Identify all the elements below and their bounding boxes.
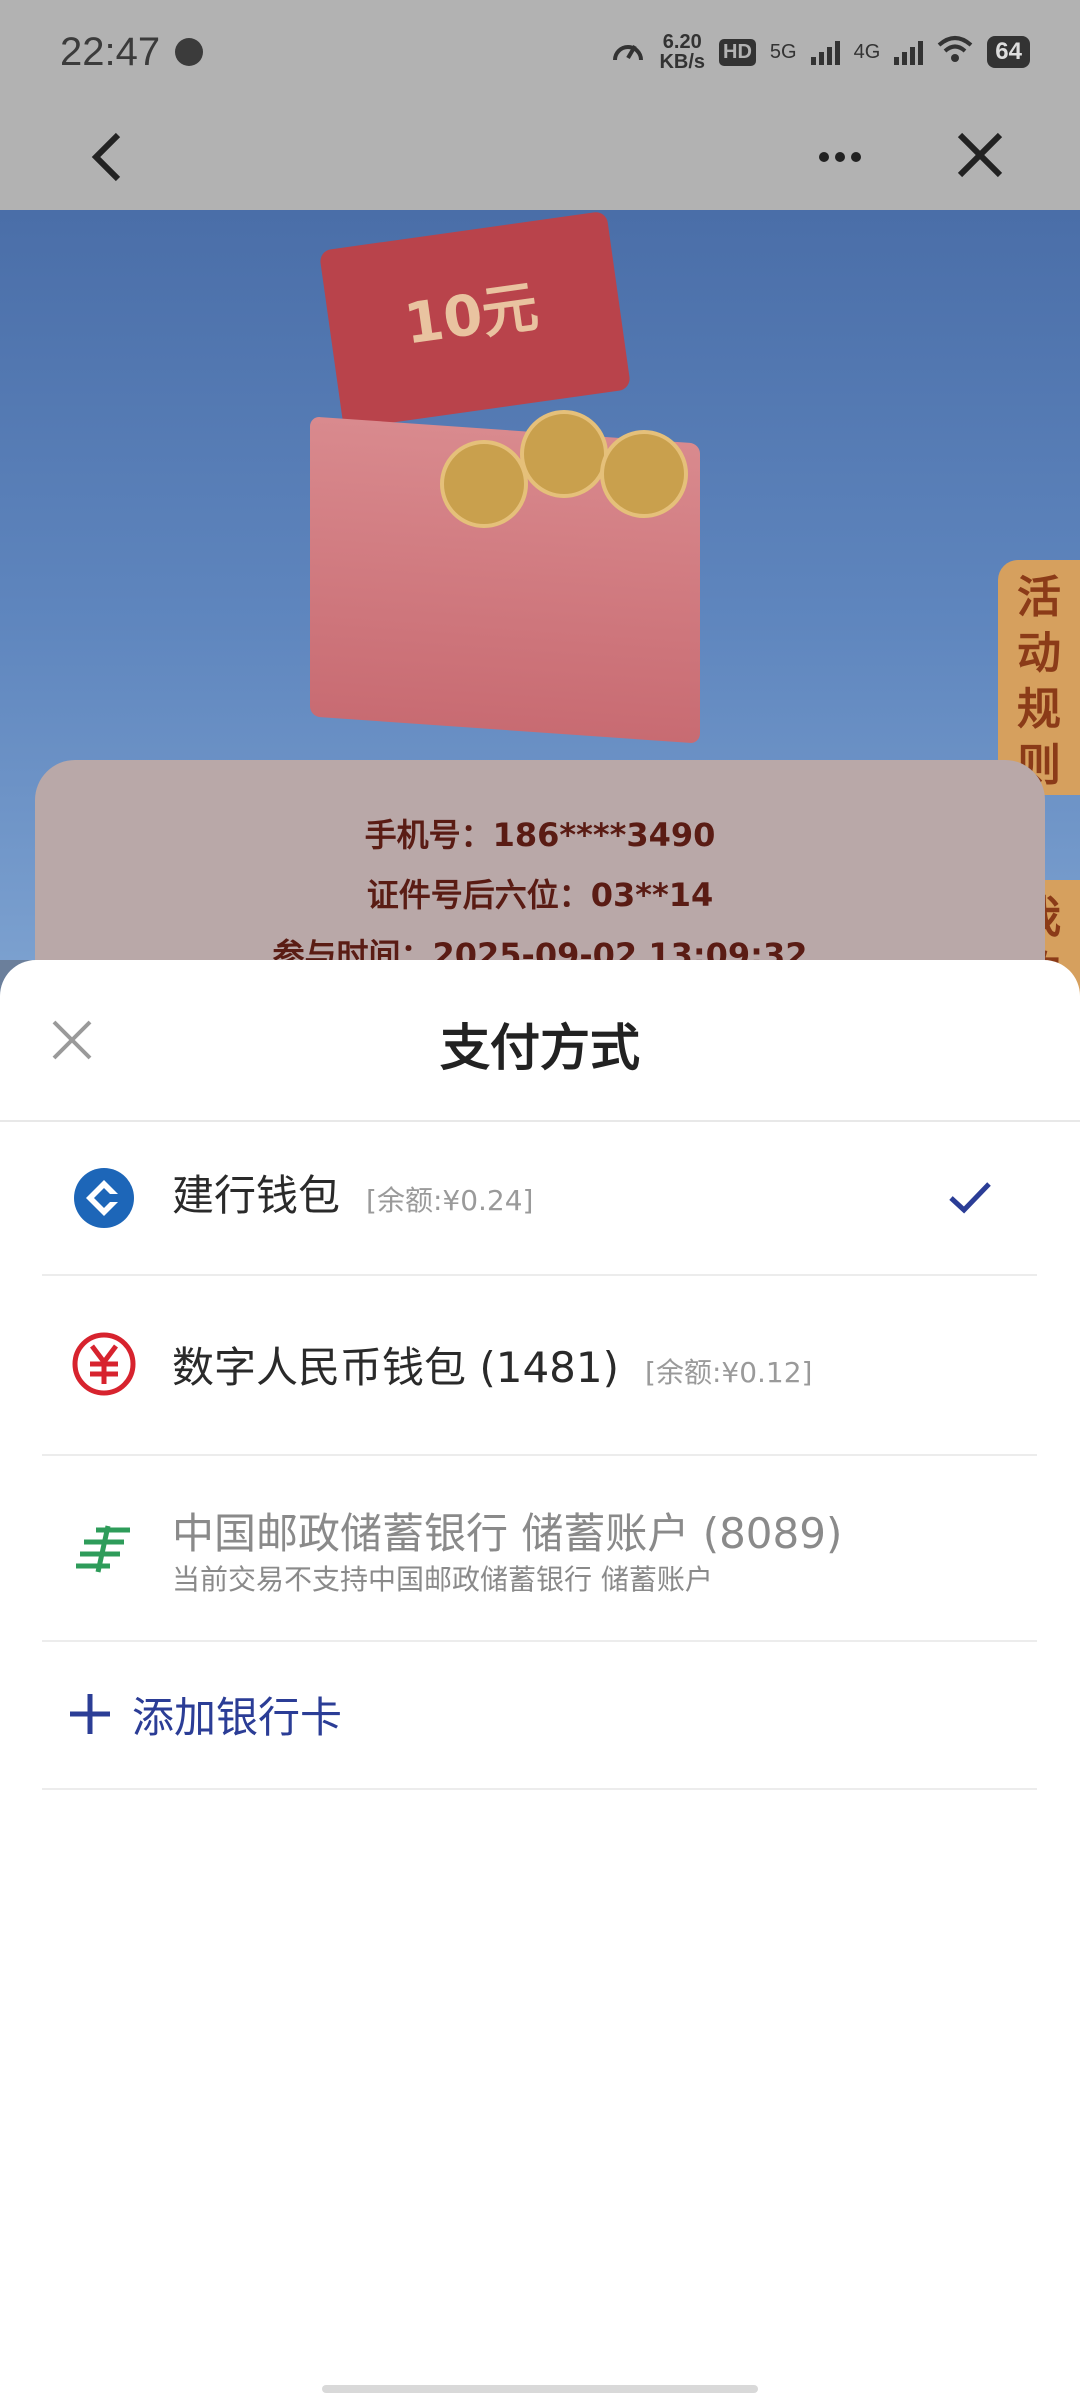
close-icon[interactable] — [950, 125, 1010, 185]
option-name: 中国邮政储蓄银行 储蓄账户 (8089) — [172, 1509, 843, 1558]
option-label: 数字人民币钱包 (1481) [余额:¥0.12] — [172, 1334, 812, 1395]
status-time: 22:47 — [60, 30, 161, 74]
payment-option-ccb-wallet[interactable]: 建行钱包 [余额:¥0.24] — [42, 1122, 1037, 1276]
speed-unit: KB/s — [659, 51, 706, 73]
payment-method-sheet: 支付方式 建行钱包 [余额:¥0.24] 数字人民币钱包 (1481) [余额:… — [0, 960, 1080, 2400]
home-indicator[interactable] — [322, 2385, 758, 2393]
envelope-amount: 10元 — [400, 274, 543, 358]
checkmark-icon — [945, 1172, 995, 1222]
back-icon[interactable] — [78, 127, 138, 187]
sheet-title: 支付方式 — [440, 1019, 640, 1077]
payment-option-digital-rmb[interactable]: 数字人民币钱包 (1481) [余额:¥0.12] — [42, 1274, 1037, 1456]
payment-option-psbc: 中国邮政储蓄银行 储蓄账户 (8089) 当前交易不支持中国邮政储蓄银行 储蓄账… — [42, 1454, 1037, 1642]
red-envelope-image: 10元 — [318, 210, 632, 430]
battery-indicator: 64 — [987, 36, 1030, 68]
id-last-six: 证件号后六位：03**14 — [366, 876, 714, 914]
option-name: 数字人民币钱包 (1481) — [172, 1343, 620, 1392]
signal-icon-1 — [810, 39, 840, 65]
option-label: 建行钱包 [余额:¥0.24] — [172, 1162, 533, 1223]
add-bank-card-label: 添加银行卡 — [132, 1693, 343, 1742]
digital-rmb-icon — [72, 1332, 136, 1396]
plus-icon — [66, 1690, 114, 1738]
status-indicators: 6.20 KB/s HD 5G 4G 64 — [611, 32, 1030, 72]
coin-image — [520, 410, 608, 498]
option-balance: [余额:¥0.24] — [366, 1184, 534, 1217]
speed-value: 6.20 — [662, 31, 702, 53]
wifi-icon — [937, 35, 973, 69]
ccb-wallet-icon — [72, 1166, 136, 1230]
psbc-icon — [72, 1516, 136, 1580]
hd-badge: HD — [719, 38, 756, 66]
globe-icon — [175, 38, 203, 66]
option-balance: [余额:¥0.12] — [645, 1356, 813, 1389]
option-unsupported-note: 当前交易不支持中国邮政储蓄银行 储蓄账户 — [172, 1563, 713, 1596]
sim2-label: 4G — [853, 40, 881, 63]
status-bar: 22:47 6.20 KB/s HD 5G 4G 64 — [0, 0, 1080, 105]
sheet-header: 支付方式 — [0, 960, 1080, 1122]
coin-image — [600, 430, 688, 518]
coin-image — [440, 440, 528, 528]
speedometer-icon — [611, 34, 645, 70]
more-icon[interactable] — [810, 127, 870, 187]
signal-icon-2 — [894, 39, 924, 65]
add-bank-card-button[interactable]: 添加银行卡 — [42, 1640, 1037, 1790]
top-nav-bar — [0, 105, 1080, 210]
phone-number: 手机号：186****3490 — [364, 816, 716, 854]
option-name: 建行钱包 — [172, 1171, 341, 1220]
network-speed: 6.20 KB/s — [659, 32, 705, 72]
sim1-label: 5G — [769, 40, 797, 63]
